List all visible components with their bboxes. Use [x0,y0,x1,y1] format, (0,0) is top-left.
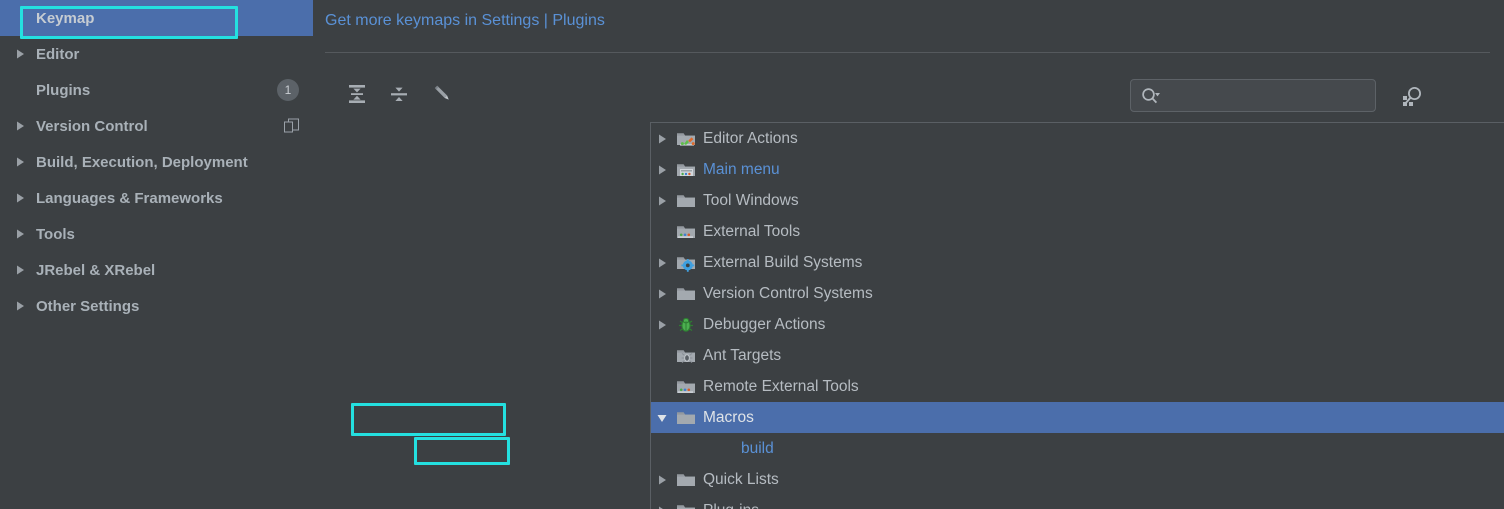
collapse-all-icon[interactable] [381,76,417,112]
sidebar-item-plugins[interactable]: Plugins 1 [0,72,313,108]
keymap-toolbar [325,66,1490,122]
chevron-right-icon[interactable] [651,257,673,269]
chevron-right-icon[interactable] [651,474,673,486]
chevron-right-icon[interactable] [651,195,673,207]
chevron-right-icon[interactable] [14,228,32,240]
chevron-right-icon[interactable] [14,300,32,312]
tree-row-label: Ant Targets [703,346,782,364]
tree-row[interactable]: Ant Targets [651,340,1504,371]
tree-row[interactable]: External Build Systems [651,247,1504,278]
keymaps-link-row: Get more keymaps in Settings | Plugins [325,12,605,30]
folder-edit-icon [673,130,699,148]
tree-row[interactable]: Macros [651,402,1504,433]
tree-row-label: External Tools [703,222,801,240]
folder-tools-icon [673,378,699,396]
search-box[interactable] [1130,79,1376,112]
settings-sidebar: Keymap Editor Plugins 1 Version Control Build… [0,0,313,509]
copy-icon [284,118,299,134]
sidebar-item-label: JRebel & XRebel [36,261,156,279]
folder-tools-icon [673,223,699,241]
sidebar-item-label: Languages & Frameworks [36,189,223,207]
chevron-right-icon[interactable] [651,133,673,145]
sidebar-item-label: Plugins [36,81,91,99]
tree-row-label: Remote External Tools [703,377,859,395]
tree-row-label: Tool Windows [703,191,799,209]
sidebar-item-label: Build, Execution, Deployment [36,153,248,171]
tree-row[interactable]: Debugger Actions [651,309,1504,340]
edit-shortcut-icon[interactable] [425,76,461,112]
folder-icon [673,409,699,427]
folder-icon [673,502,699,509]
sidebar-item-label: Other Settings [36,297,140,315]
chevron-right-icon[interactable] [651,319,673,331]
tree-row-label: Debugger Actions [703,315,826,333]
sidebar-item-build-execution-deployment[interactable]: Build, Execution, Deployment [0,144,313,180]
search-icon [1142,87,1160,103]
sidebar-item-label: Keymap [36,9,95,27]
folder-gear-icon [673,254,699,272]
tree-row[interactable]: Remote External Tools [651,371,1504,402]
tree-row[interactable]: Tool Windows [651,185,1504,216]
tree-row[interactable]: Plug-ins [651,495,1504,509]
tree-row[interactable]: Main menu [651,154,1504,185]
sidebar-item-keymap[interactable]: Keymap [0,0,313,36]
sidebar-item-version-control[interactable]: Version Control [0,108,313,144]
sidebar-item-tools[interactable]: Tools [0,216,313,252]
chevron-down-icon[interactable] [651,412,673,424]
tree-row-label: Macros [703,408,754,426]
tree-row[interactable]: Version Control Systems [651,278,1504,309]
sidebar-item-label: Editor [36,45,80,63]
expand-all-icon[interactable] [339,76,375,112]
folder-ant-icon [673,347,699,365]
chevron-right-icon[interactable] [651,288,673,300]
chevron-right-icon[interactable] [14,192,32,204]
folder-icon [673,285,699,303]
sidebar-item-jrebel-xrebel[interactable]: JRebel & XRebel [0,252,313,288]
tree-row[interactable]: External Tools [651,216,1504,247]
chevron-right-icon[interactable] [14,264,32,276]
tree-row[interactable]: Editor Actions [651,123,1504,154]
tree-row-label: Quick Lists [703,470,779,488]
chevron-right-icon[interactable] [651,164,673,176]
keymap-main-panel: Get more keymaps in Settings | Plugins E… [313,0,1504,509]
tree-row-label: build [741,439,774,457]
chevron-right-icon[interactable] [14,48,32,60]
header-separator [325,52,1490,53]
tree-row-label: Main menu [703,160,780,178]
find-by-shortcut-icon[interactable] [1396,80,1428,112]
search-input[interactable] [1169,87,1349,104]
tree-row-label: Version Control Systems [703,284,873,302]
keymap-actions-tree[interactable]: Editor Actions Main menu Tool Windows Exter… [650,122,1504,509]
sidebar-item-other-settings[interactable]: Other Settings [0,288,313,324]
chevron-right-icon[interactable] [14,156,32,168]
bug-icon [673,316,699,334]
sidebar-item-editor[interactable]: Editor [0,36,313,72]
settings-dialog: Keymap Editor Plugins 1 Version Control Build… [0,0,1504,509]
tree-row-label: Editor Actions [703,129,798,147]
tree-row[interactable]: buildAlt+SAlt+Z [651,433,1504,464]
folder-icon [673,471,699,489]
sidebar-item-languages-frameworks[interactable]: Languages & Frameworks [0,180,313,216]
chevron-right-icon[interactable] [14,120,32,132]
folder-icon [673,192,699,210]
chevron-right-icon[interactable] [651,505,673,509]
tree-row-label: Plug-ins [703,502,759,509]
plugins-update-badge: 1 [277,79,299,101]
tree-row[interactable]: Quick Lists [651,464,1504,495]
sidebar-item-label: Version Control [36,117,148,135]
sidebar-item-label: Tools [36,225,75,243]
get-more-keymaps-link[interactable]: Get more keymaps in Settings | Plugins [325,12,605,29]
folder-menu-icon [673,161,699,179]
chevron-down-icon [1155,92,1160,96]
tree-row-label: External Build Systems [703,253,863,271]
